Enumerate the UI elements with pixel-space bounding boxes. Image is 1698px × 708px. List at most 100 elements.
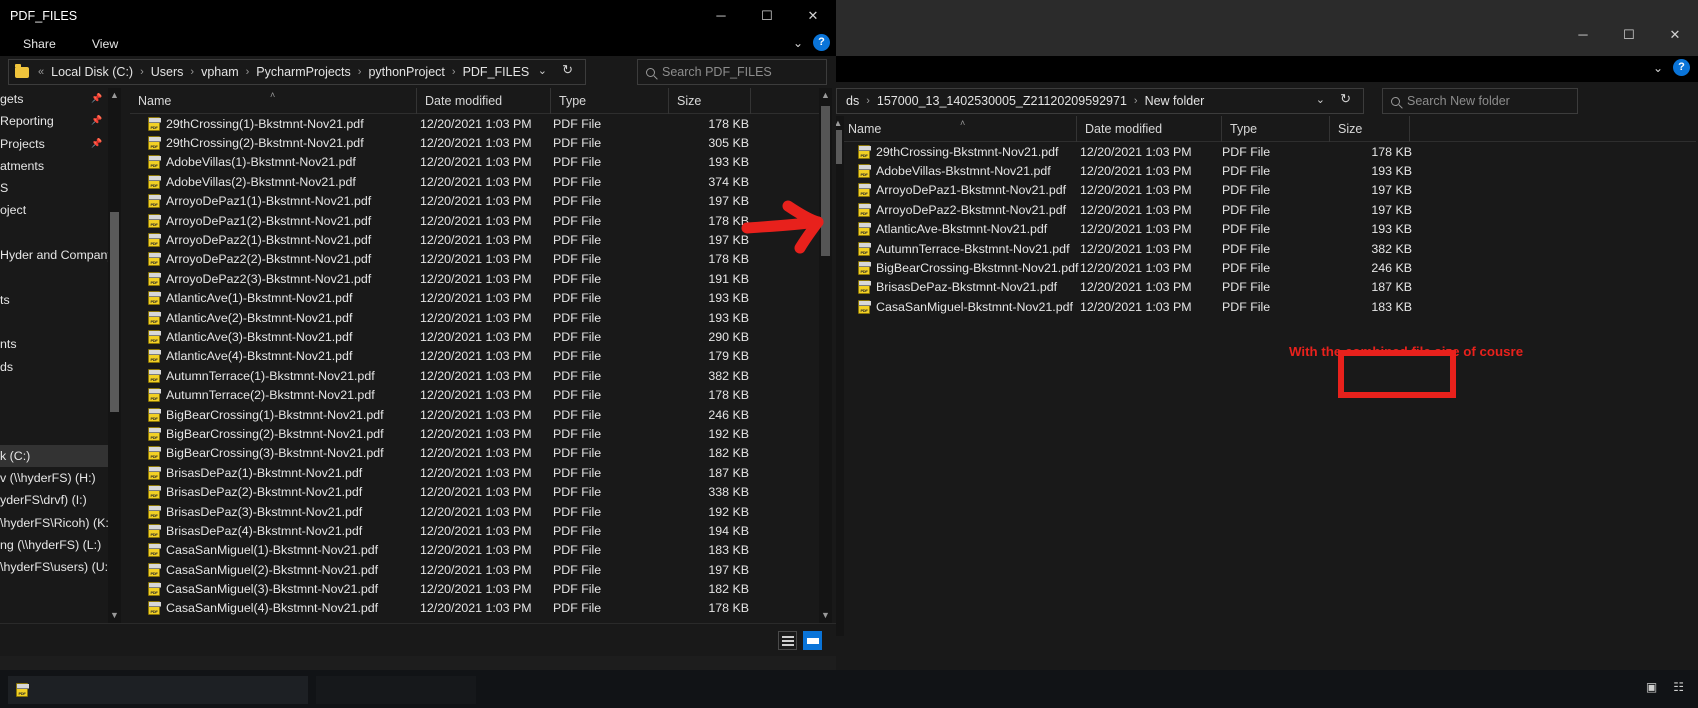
right-breadcrumb-0[interactable]: ds (843, 94, 862, 108)
left-breadcrumb-5[interactable]: PDF_FILES (460, 65, 533, 79)
left-breadcrumb-0[interactable]: Local Disk (C:) (48, 65, 136, 79)
list-scrollbar-thumb[interactable] (821, 106, 830, 256)
file-row[interactable]: BigBearCrossing(1)-Bkstmnt-Nov21.pdf 12/2… (130, 405, 820, 424)
file-row[interactable]: AtlanticAve(3)-Bkstmnt-Nov21.pdf 12/20/20… (130, 327, 820, 346)
nav-item[interactable]: ds (0, 356, 108, 378)
file-row[interactable]: AutumnTerrace(2)-Bkstmnt-Nov21.pdf 12/20/… (130, 385, 820, 404)
nav-item[interactable]: \hyderFS\users) (U:) (0, 556, 108, 578)
file-row[interactable]: AdobeVillas(2)-Bkstmnt-Nov21.pdf 12/20/20… (130, 172, 820, 191)
file-row[interactable]: CasaSanMiguel(4)-Bkstmnt-Nov21.pdf 12/20/… (130, 599, 820, 618)
right-column-header-date[interactable]: Date modified (1076, 115, 1221, 142)
file-row[interactable]: BigBearCrossing(2)-Bkstmnt-Nov21.pdf 12/2… (130, 424, 820, 443)
tray-view-icon-2[interactable]: ☷ (1673, 680, 1684, 694)
nav-item[interactable]: Reporting 📌 (0, 110, 108, 132)
file-row[interactable]: BrisasDePaz(3)-Bkstmnt-Nov21.pdf 12/20/20… (130, 502, 820, 521)
file-row[interactable]: AdobeVillas(1)-Bkstmnt-Nov21.pdf 12/20/20… (130, 153, 820, 172)
pin-icon[interactable]: 📌 (91, 138, 102, 149)
tray-view-icon-1[interactable]: ▣ (1646, 680, 1657, 694)
nav-item[interactable]: ts (0, 289, 108, 311)
menu-item-share[interactable]: Share (12, 34, 67, 54)
nav-item[interactable]: Hyder and Company (0, 244, 108, 266)
nav-item[interactable]: \hyderFS\Ricoh) (K:) (0, 512, 108, 534)
file-row[interactable]: ArroyoDePaz2-Bkstmnt-Nov21.pdf 12/20/2021… (840, 200, 1696, 219)
right-window-minimize-button[interactable]: ─ (1560, 20, 1606, 50)
left-column-header-size[interactable]: Size (668, 87, 750, 114)
file-row[interactable]: CasaSanMiguel(1)-Bkstmnt-Nov21.pdf 12/20/… (130, 541, 820, 560)
details-view-button[interactable] (778, 631, 797, 650)
left-breadcrumb-1[interactable]: Users (148, 65, 187, 79)
file-row[interactable]: ArroyoDePaz2(3)-Bkstmnt-Nov21.pdf 12/20/2… (130, 269, 820, 288)
left-window-minimize-button[interactable]: ─ (698, 0, 744, 31)
file-row[interactable]: AtlanticAve-Bkstmnt-Nov21.pdf 12/20/2021 … (840, 220, 1696, 239)
file-row[interactable]: 29thCrossing-Bkstmnt-Nov21.pdf 12/20/2021… (840, 142, 1696, 161)
list-scrollbar-up-arrow-icon[interactable]: ▲ (819, 88, 832, 103)
nav-scrollbar-down-arrow-icon[interactable]: ▼ (108, 608, 121, 623)
right-window-close-button[interactable]: ✕ (1652, 20, 1698, 50)
left-window-maximize-button[interactable]: ☐ (744, 0, 790, 31)
file-row[interactable]: AutumnTerrace(1)-Bkstmnt-Nov21.pdf 12/20/… (130, 366, 820, 385)
left-window-address-bar[interactable]: « Local Disk (C:) › Users › vpham › Pych… (8, 59, 586, 85)
file-row[interactable]: AtlanticAve(4)-Bkstmnt-Nov21.pdf 12/20/20… (130, 347, 820, 366)
left-column-header-date[interactable]: Date modified (416, 87, 550, 114)
file-row[interactable]: ArroyoDePaz2(1)-Bkstmnt-Nov21.pdf 12/20/2… (130, 230, 820, 249)
right-window-ribbon-chevron-down-icon[interactable]: ⌄ (1653, 61, 1663, 75)
nav-item[interactable]: yderFS\drvf) (I:) (0, 489, 108, 511)
pin-icon[interactable]: 📌 (91, 115, 102, 126)
left-file-list-scrollbar[interactable]: ▲ ▼ (819, 88, 832, 623)
left-window-search-input[interactable]: Search PDF_FILES (637, 59, 827, 85)
file-row[interactable]: BrisasDePaz-Bkstmnt-Nov21.pdf 12/20/2021 … (840, 278, 1696, 297)
file-row[interactable]: BigBearCrossing-Bkstmnt-Nov21.pdf12/20/2… (840, 258, 1696, 277)
pin-icon[interactable]: 📌 (91, 93, 102, 104)
nav-item[interactable]: oject (0, 199, 108, 221)
file-row[interactable]: 29thCrossing(1)-Bkstmnt-Nov21.pdf 12/20/2… (130, 114, 820, 133)
right-address-refresh-icon[interactable]: ↻ (1340, 91, 1351, 107)
file-row[interactable]: BrisasDePaz(2)-Bkstmnt-Nov21.pdf 12/20/20… (130, 482, 820, 501)
nav-item[interactable]: v (\\hyderFS) (H:) (0, 467, 108, 489)
file-row[interactable]: 29thCrossing(2)-Bkstmnt-Nov21.pdf 12/20/2… (130, 133, 820, 152)
address-overflow-icon[interactable]: « (34, 66, 48, 78)
right-window-address-bar[interactable]: ds › 157000_13_1402530005_Z2112020959297… (836, 88, 1364, 114)
nav-item[interactable]: k (C:) (0, 444, 108, 468)
left-window-ribbon-chevron-down-icon[interactable]: ⌄ (793, 36, 803, 50)
menu-item-view[interactable]: View (81, 34, 129, 54)
nav-item[interactable]: gets 📌 (0, 88, 108, 110)
right-column-header-extra[interactable] (1409, 115, 1469, 142)
navigation-pane-scrollbar[interactable]: ▲ ▼ (108, 88, 121, 623)
file-row[interactable]: AutumnTerrace-Bkstmnt-Nov21.pdf 12/20/202… (840, 239, 1696, 258)
nav-scrollbar-thumb[interactable] (110, 212, 119, 412)
right-breadcrumb-2[interactable]: New folder (1142, 94, 1208, 108)
file-row[interactable]: BrisasDePaz(1)-Bkstmnt-Nov21.pdf 12/20/20… (130, 463, 820, 482)
file-row[interactable]: AdobeVillas-Bkstmnt-Nov21.pdf 12/20/2021 … (840, 161, 1696, 180)
file-row[interactable]: BrisasDePaz(4)-Bkstmnt-Nov21.pdf 12/20/20… (130, 521, 820, 540)
left-column-header-type[interactable]: Type (550, 87, 668, 114)
file-row[interactable]: AtlanticAve(2)-Bkstmnt-Nov21.pdf 12/20/20… (130, 308, 820, 327)
right-column-header-name[interactable]: Name ˄ (840, 116, 1076, 142)
taskbar-item-2[interactable] (316, 676, 476, 704)
file-row[interactable]: ArroyoDePaz1-Bkstmnt-Nov21.pdf 12/20/2021… (840, 181, 1696, 200)
nav-item[interactable]: ng (\\hyderFS) (L:) (0, 534, 108, 556)
left-breadcrumb-4[interactable]: pythonProject (365, 65, 447, 79)
left-window-help-icon[interactable]: ? (813, 34, 830, 51)
nav-item[interactable]: Projects 📌 (0, 133, 108, 155)
file-row[interactable]: CasaSanMiguel(2)-Bkstmnt-Nov21.pdf 12/20/… (130, 560, 820, 579)
file-row[interactable]: BigBearCrossing(3)-Bkstmnt-Nov21.pdf 12/2… (130, 444, 820, 463)
left-window-close-button[interactable]: ✕ (790, 0, 836, 31)
right-window-search-input[interactable]: Search New folder (1382, 88, 1578, 114)
left-address-refresh-icon[interactable]: ↻ (562, 62, 573, 78)
file-row[interactable]: CasaSanMiguel(3)-Bkstmnt-Nov21.pdf 12/20/… (130, 579, 820, 598)
left-breadcrumb-2[interactable]: vpham (198, 65, 242, 79)
right-address-chevron-down-icon[interactable]: ⌄ (1316, 93, 1325, 106)
file-row[interactable]: ArroyoDePaz1(1)-Bkstmnt-Nov21.pdf 12/20/2… (130, 192, 820, 211)
left-column-header-name[interactable]: Name ˄ (130, 88, 416, 114)
left-breadcrumb-3[interactable]: PycharmProjects (253, 65, 353, 79)
nav-item[interactable]: nts (0, 333, 108, 355)
left-window-titlebar[interactable]: PDF_FILES ─ ☐ ✕ (0, 0, 836, 31)
nav-scrollbar-up-arrow-icon[interactable]: ▲ (108, 88, 121, 103)
nav-item[interactable]: S (0, 177, 108, 199)
file-row[interactable]: ArroyoDePaz1(2)-Bkstmnt-Nov21.pdf 12/20/2… (130, 211, 820, 230)
left-column-header-extra[interactable] (750, 87, 810, 114)
file-row[interactable]: CasaSanMiguel-Bkstmnt-Nov21.pdf 12/20/202… (840, 297, 1696, 316)
left-address-chevron-down-icon[interactable]: ⌄ (538, 64, 547, 77)
file-row[interactable]: AtlanticAve(1)-Bkstmnt-Nov21.pdf 12/20/20… (130, 289, 820, 308)
file-row[interactable]: ArroyoDePaz2(2)-Bkstmnt-Nov21.pdf 12/20/2… (130, 250, 820, 269)
